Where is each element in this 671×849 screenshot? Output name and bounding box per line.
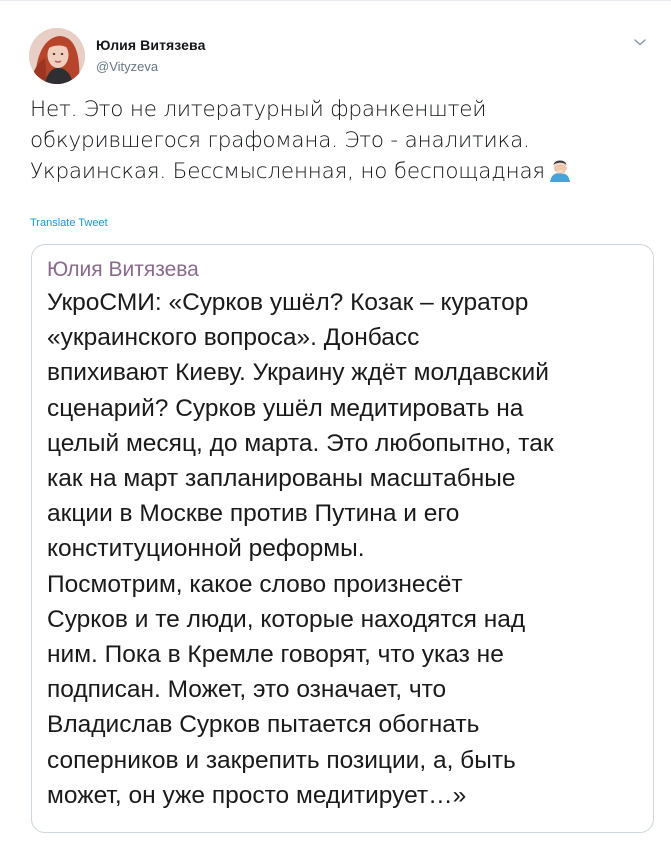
tweet-text-line: Украинская. Бессмысленная, но беспощадна… (30, 156, 640, 187)
quote-line: впихивают Киеву. Украину ждёт молдавский (47, 359, 549, 387)
quote-line: может, он уже просто медитирует…» (47, 781, 467, 809)
author-handle[interactable]: @Vityzeva (96, 59, 158, 74)
quote-author: Юлия Витязева (47, 258, 199, 281)
tweet-text-line: Нет. Это не литературный франкенштей (30, 97, 487, 122)
tweet-text: Нет. Это не литературный франкенштей обк… (30, 94, 640, 187)
quote-line: «украинского вопроса». Донбасс (47, 324, 420, 352)
tweet-text-segment: Украинская. Бессмысленная, но беспощадна… (30, 159, 545, 184)
quote-line: как на март запланированы масштабные (47, 465, 516, 493)
tweet: Юлия Витязева @Vityzeva Нет. Это не лите… (0, 0, 671, 849)
quote-line: сценарий? Сурков ушёл медитировать на (47, 394, 524, 422)
avatar[interactable] (29, 28, 85, 84)
chevron-down-icon[interactable] (632, 34, 648, 50)
quote-line: подписан. Может, это означает, что (47, 676, 447, 704)
quote-line: конституционной реформы. (47, 535, 365, 563)
facepalm-emoji (549, 160, 570, 182)
quote-line: соперников и закрепить позиции, а, быть (47, 746, 516, 774)
avatar-image (29, 28, 85, 84)
quote-line: целый месяц, до марта. Это любопытно, та… (47, 429, 554, 457)
quote-line: Владислав Сурков пытается обогнать (47, 711, 480, 739)
author-name[interactable]: Юлия Витязева (96, 37, 205, 53)
quote-line: акции в Москве против Путина и его (47, 500, 460, 528)
quote-line: Сурков и те люди, которые находятся над (47, 605, 526, 633)
quote-line: ним. Пока в Кремле говорят, что указ не (47, 641, 504, 669)
tweet-media-image[interactable]: Юлия Витязева УкроСМИ: «Сурков ушёл? Коз… (31, 244, 654, 833)
quote-line: УкроСМИ: «Сурков ушёл? Козак – куратор (47, 289, 529, 316)
translate-tweet-link[interactable]: Translate Tweet (30, 217, 108, 229)
quote-line: Посмотрим, какое слово произнесёт (47, 570, 463, 598)
tweet-text-line: обкурившегося графомана. Это - аналитика… (30, 128, 530, 153)
quote-body: УкроСМИ: «Сурков ушёл? Козак – куратор «… (47, 285, 647, 813)
